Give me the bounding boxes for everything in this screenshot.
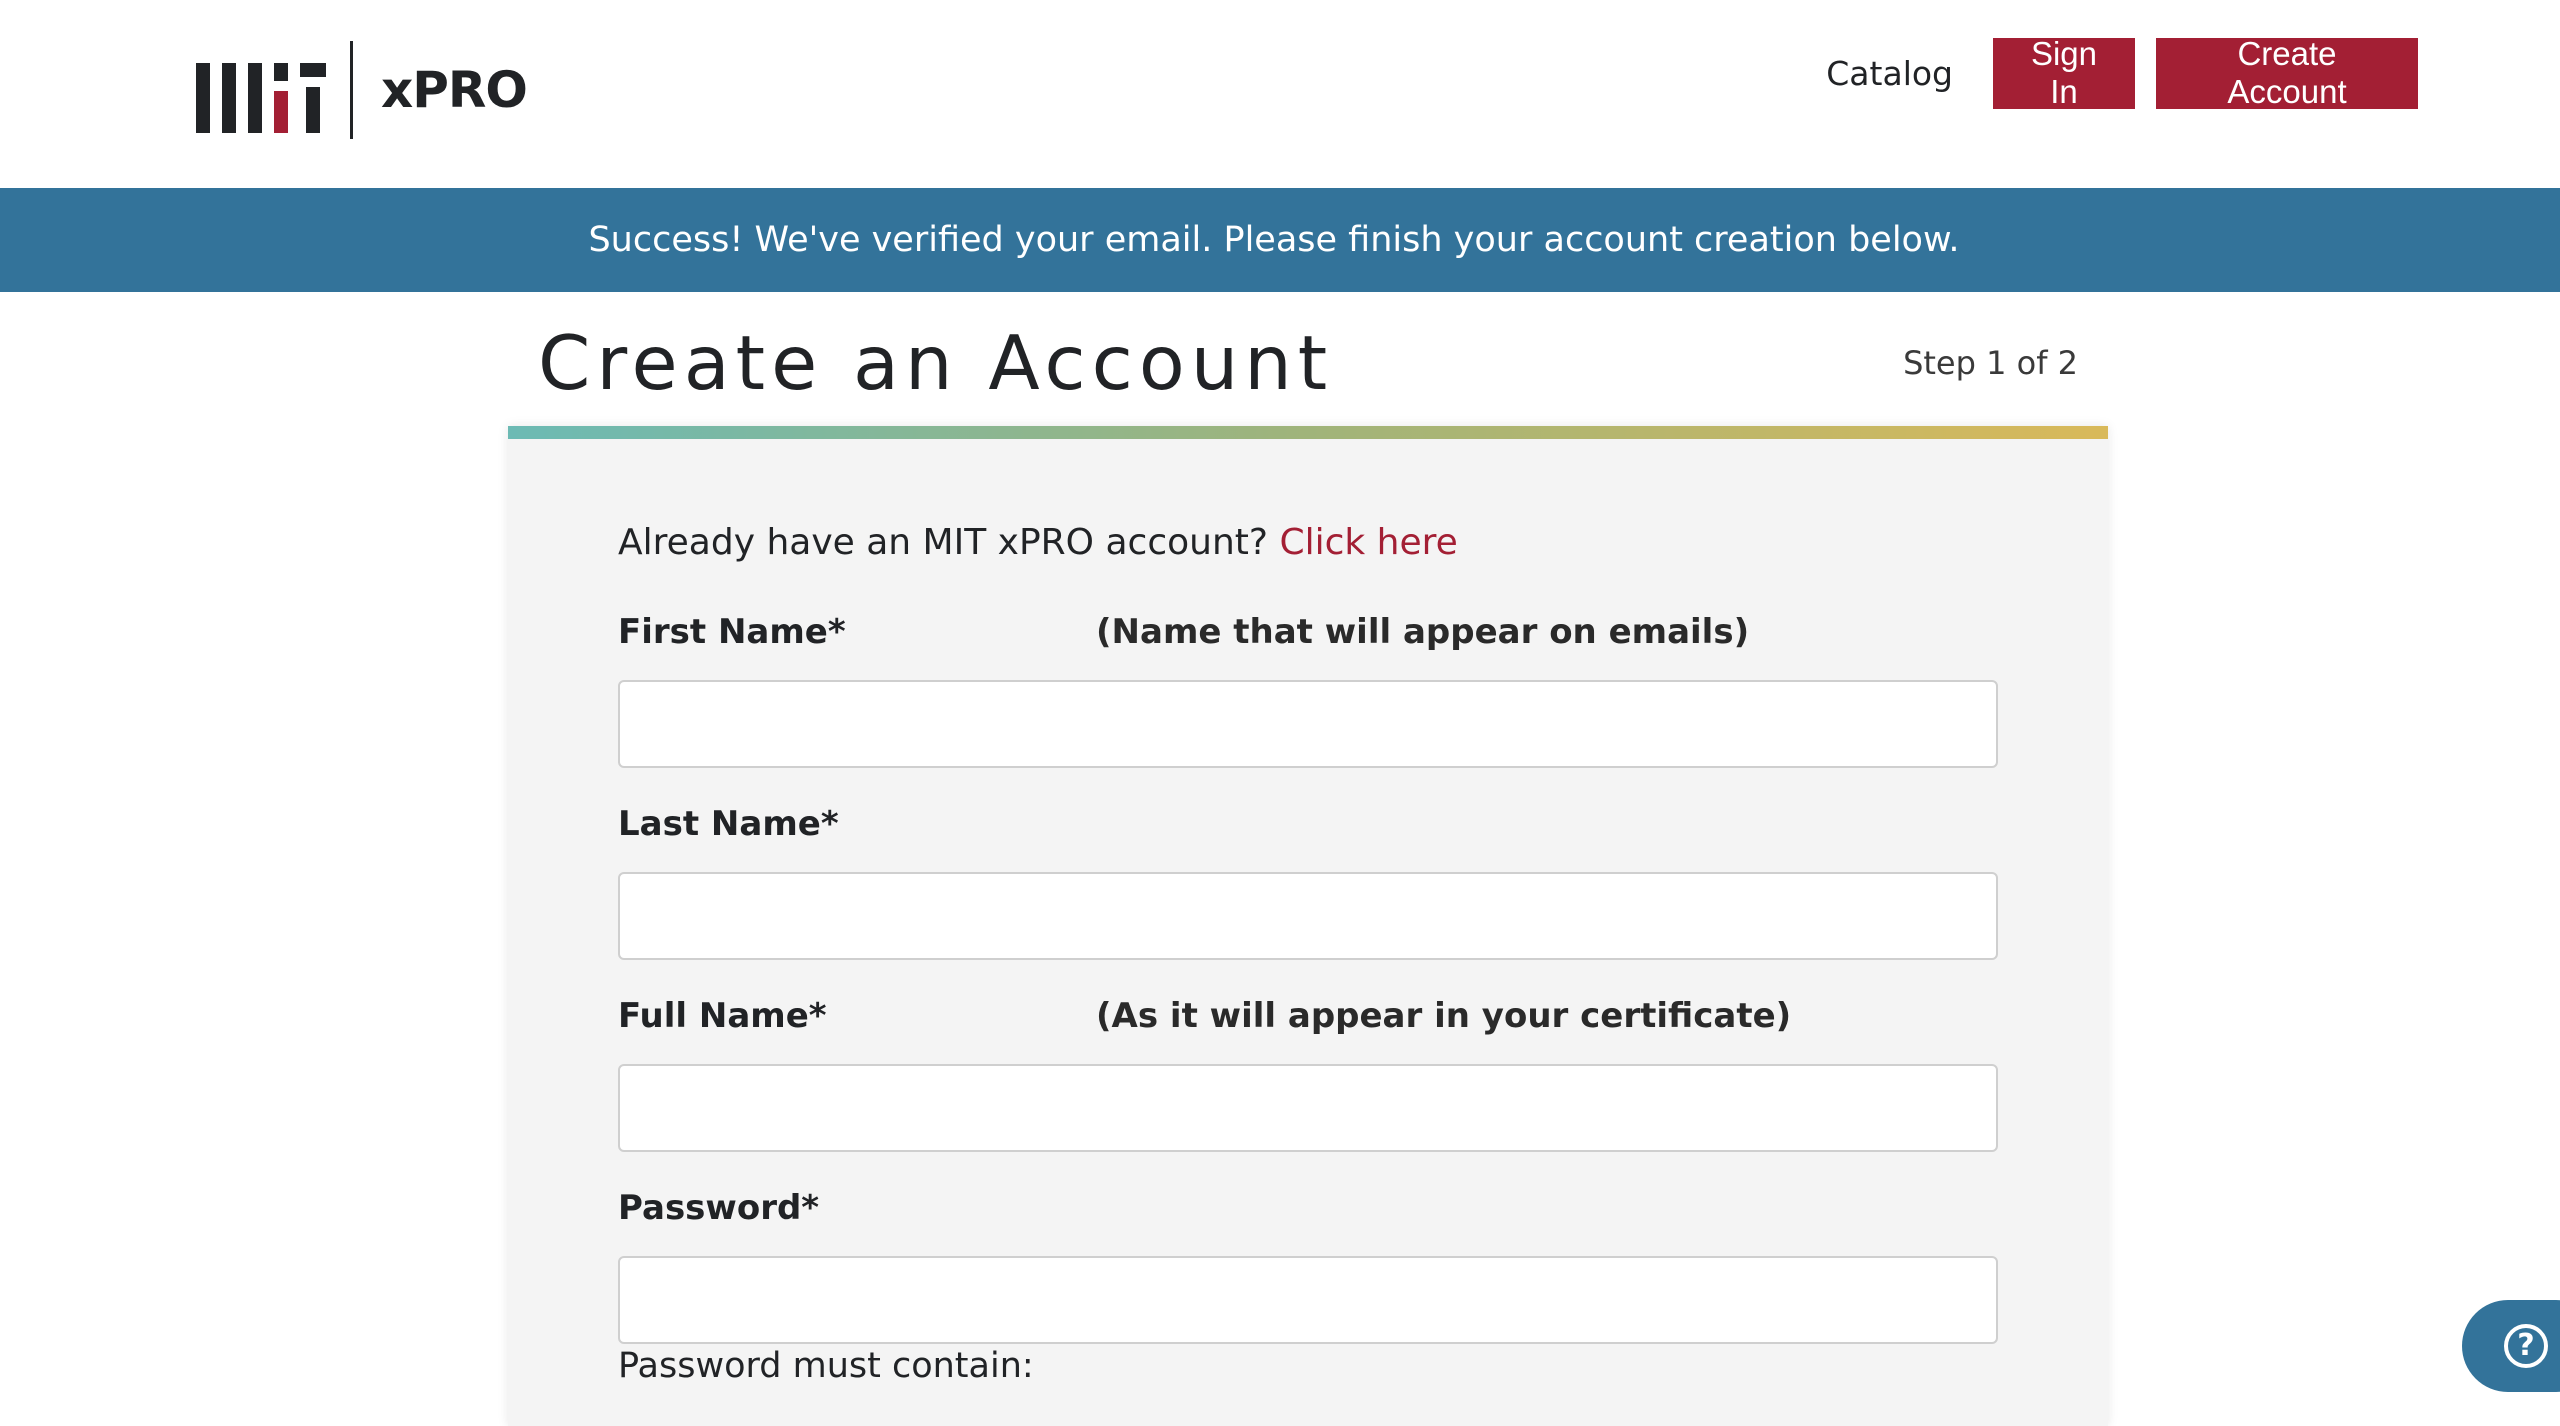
logo-text: xPRO [381,61,528,119]
top-nav: Catalog Sign In Create Account [1826,35,2418,110]
full-name-label: Full Name* [618,996,827,1036]
already-have-account: Already have an MIT xPRO account? Click … [618,522,1458,563]
password-requirements-title: Password must contain: [618,1346,1034,1386]
first-name-input[interactable] [618,680,1998,768]
create-account-button[interactable]: Create Account [2156,35,2418,110]
catalog-link[interactable]: Catalog [1826,54,1953,93]
success-banner-message: Success! We've verified your email. Plea… [588,220,1960,260]
full-name-input[interactable] [618,1064,1998,1152]
password-label: Password* [618,1188,820,1228]
site-header: xPRO Catalog Sign In Create Account [0,0,2560,188]
last-name-label: Last Name* [618,804,839,844]
already-have-account-text: Already have an MIT xPRO account? [618,522,1268,563]
create-account-form: Already have an MIT xPRO account? Click … [508,426,2108,1426]
question-circle-icon: ? [2504,1324,2548,1368]
help-button[interactable]: ? [2462,1300,2560,1392]
mit-logo-icon [196,63,326,133]
password-input[interactable] [618,1256,1998,1344]
full-name-hint: (As it will appear in your certificate) [1096,996,1792,1036]
step-indicator: Step 1 of 2 [1903,344,2078,382]
mit-xpro-logo[interactable]: xPRO [196,40,528,140]
first-name-label: First Name* [618,612,846,652]
sign-in-link[interactable]: Click here [1279,522,1457,563]
first-name-hint: (Name that will appear on emails) [1096,612,1750,652]
card-accent-bar [508,426,2108,439]
logo-divider [350,41,353,139]
last-name-input[interactable] [618,872,1998,960]
success-banner: Success! We've verified your email. Plea… [0,188,2560,292]
sign-in-button[interactable]: Sign In [1993,35,2135,110]
page-title: Create an Account [538,319,1334,407]
